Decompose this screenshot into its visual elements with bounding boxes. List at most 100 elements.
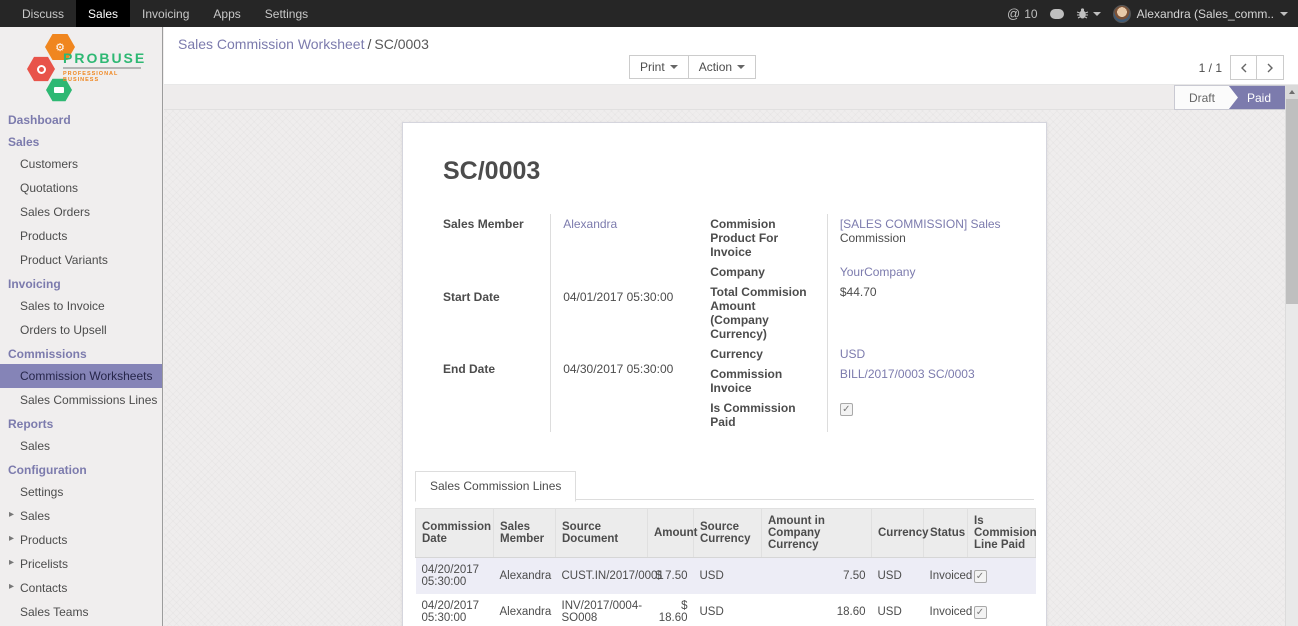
field-label-sales-member: Sales Member xyxy=(443,214,551,287)
col-header-commission-date[interactable]: Commission Date xyxy=(416,509,494,558)
col-header-source-currency[interactable]: Source Currency xyxy=(694,509,762,558)
cell-currency: USD xyxy=(872,594,924,626)
line-paid-checkbox[interactable] xyxy=(974,606,987,619)
control-panel: Sales Commission Worksheet/SC/0003 Print… xyxy=(164,27,1298,85)
menu-discuss[interactable]: Discuss xyxy=(10,0,76,27)
table-row[interactable]: 04/20/2017 05:30:00 Alexandra INV/2017/0… xyxy=(416,594,1036,626)
record-title: SC/0003 xyxy=(443,123,1006,214)
scrollbar-thumb[interactable] xyxy=(1286,99,1298,304)
user-menu[interactable]: Alexandra (Sales_comm.. xyxy=(1113,5,1288,23)
print-button[interactable]: Print xyxy=(629,55,689,79)
sidebar-header-reports[interactable]: Reports xyxy=(0,412,162,434)
logo-hexagon-red-icon xyxy=(27,55,55,83)
menu-apps[interactable]: Apps xyxy=(201,0,252,27)
chat-bubble-icon[interactable] xyxy=(1050,9,1064,19)
pager-previous-button[interactable] xyxy=(1230,55,1257,80)
mention-counter[interactable]: @ 10 xyxy=(1007,6,1038,21)
sidebar-item-product-variants[interactable]: Product Variants xyxy=(0,248,162,272)
col-header-sales-member[interactable]: Sales Member xyxy=(494,509,556,558)
user-name: Alexandra (Sales_comm.. xyxy=(1137,7,1274,21)
sidebar: ⚙ PROBUSE PROFESSIONAL BUSINESS Dashboar… xyxy=(0,27,163,626)
menu-sales[interactable]: Sales xyxy=(76,0,130,27)
cell-source-currency: USD xyxy=(694,558,762,595)
sidebar-item-customers[interactable]: Customers xyxy=(0,152,162,176)
sidebar-item-pricelists[interactable]: Pricelists xyxy=(0,552,162,576)
sidebar-item-commission-worksheets[interactable]: Commission Worksheets xyxy=(0,364,162,388)
sidebar-item-sales-to-invoice[interactable]: Sales to Invoice xyxy=(0,294,162,318)
debug-menu[interactable] xyxy=(1076,7,1101,20)
action-button[interactable]: Action xyxy=(689,55,756,79)
top-navbar: Discuss Sales Invoicing Apps Settings @ … xyxy=(0,0,1298,27)
sidebar-item-quotations[interactable]: Quotations xyxy=(0,176,162,200)
status-draft[interactable]: Draft xyxy=(1175,86,1229,109)
cell-source-document: INV/2017/0004-SO008 xyxy=(556,594,648,626)
field-value-start-date: 04/01/2017 05:30:00 xyxy=(551,287,711,360)
cell-line-paid xyxy=(968,558,1036,595)
vertical-scrollbar[interactable] xyxy=(1285,85,1298,626)
pager-next-button[interactable] xyxy=(1257,55,1284,80)
field-value-company[interactable]: YourCompany xyxy=(840,265,916,279)
scrollbar-up-button[interactable] xyxy=(1286,85,1298,99)
bug-icon xyxy=(1076,7,1089,20)
menu-invoicing[interactable]: Invoicing xyxy=(130,0,201,27)
main-area: Sales Commission Worksheet/ SC/0003 Print… xyxy=(164,27,1298,626)
sidebar-item-config-sales[interactable]: Sales xyxy=(0,504,162,528)
status-paid[interactable]: Paid xyxy=(1229,86,1285,109)
cell-line-paid xyxy=(968,594,1036,626)
field-value-commission-product-rest: Commission xyxy=(840,231,906,245)
chevron-left-icon xyxy=(1240,63,1248,73)
sidebar-item-config-products[interactable]: Products xyxy=(0,528,162,552)
sidebar-header-dashboard[interactable]: Dashboard xyxy=(0,108,162,130)
probuse-logo: ⚙ PROBUSE PROFESSIONAL BUSINESS xyxy=(21,32,141,98)
col-header-amount[interactable]: Amount xyxy=(648,509,694,558)
cell-source-document: CUST.IN/2017/0001 xyxy=(556,558,648,595)
field-value-total-commission: $44.70 xyxy=(827,282,1006,344)
sidebar-header-sales[interactable]: Sales xyxy=(0,130,162,152)
notebook: Sales Commission Lines Commission Date S… xyxy=(415,470,1034,626)
col-header-is-commission-line-paid[interactable]: Is Commision Line Paid xyxy=(968,509,1036,558)
sidebar-item-products[interactable]: Products xyxy=(0,224,162,248)
cell-commission-date: 04/20/2017 05:30:00 xyxy=(416,594,494,626)
sidebar-item-contacts[interactable]: Contacts xyxy=(0,576,162,600)
col-header-amount-company-currency[interactable]: Amount in Company Currency xyxy=(762,509,872,558)
sidebar-item-reports-sales[interactable]: Sales xyxy=(0,434,162,458)
cell-amount: $ 18.60 xyxy=(648,594,694,626)
pager-value: 1 / 1 xyxy=(1199,61,1222,75)
tab-sales-commission-lines[interactable]: Sales Commission Lines xyxy=(415,471,576,502)
sidebar-header-configuration[interactable]: Configuration xyxy=(0,458,162,480)
col-header-status[interactable]: Status xyxy=(924,509,968,558)
field-value-commission-product-link[interactable]: [SALES COMMISSION] Sales xyxy=(840,217,1001,231)
field-value-sales-member[interactable]: Alexandra xyxy=(563,217,617,231)
sidebar-item-settings[interactable]: Settings xyxy=(0,480,162,504)
field-group-right: Commision Product For Invoice [SALES COM… xyxy=(710,214,1006,432)
field-label-commission-product: Commision Product For Invoice xyxy=(710,214,827,262)
sidebar-item-sales-orders[interactable]: Sales Orders xyxy=(0,200,162,224)
statusbar: Draft Paid xyxy=(1174,85,1285,110)
cell-commission-date: 04/20/2017 05:30:00 xyxy=(416,558,494,595)
breadcrumb-parent-link[interactable]: Sales Commission Worksheet xyxy=(178,36,364,52)
is-commission-paid-checkbox[interactable] xyxy=(840,403,853,416)
field-label-currency: Currency xyxy=(710,344,827,364)
avatar xyxy=(1113,5,1131,23)
line-paid-checkbox[interactable] xyxy=(974,570,987,583)
at-icon: @ xyxy=(1007,6,1020,21)
field-value-commission-invoice[interactable]: BILL/2017/0003 SC/0003 xyxy=(840,367,975,381)
sidebar-header-invoicing[interactable]: Invoicing xyxy=(0,272,162,294)
table-header-row: Commission Date Sales Member Source Docu… xyxy=(416,509,1036,558)
field-value-currency[interactable]: USD xyxy=(840,347,865,361)
chevron-right-icon xyxy=(1266,63,1274,73)
field-label-end-date: End Date xyxy=(443,359,551,432)
breadcrumb-separator: / xyxy=(367,36,371,52)
logo-tagline: PROFESSIONAL BUSINESS xyxy=(63,71,141,83)
form-sheet: SC/0003 Sales Member Alexandra Start Dat… xyxy=(402,122,1047,626)
sidebar-item-orders-to-upsell[interactable]: Orders to Upsell xyxy=(0,318,162,342)
sidebar-header-commissions[interactable]: Commissions xyxy=(0,342,162,364)
field-label-total-commission: Total Commision Amount (Company Currency… xyxy=(710,282,827,344)
table-row[interactable]: 04/20/2017 05:30:00 Alexandra CUST.IN/20… xyxy=(416,558,1036,595)
field-label-is-commission-paid: Is Commission Paid xyxy=(710,398,827,432)
menu-settings[interactable]: Settings xyxy=(253,0,320,27)
sidebar-item-sales-teams[interactable]: Sales Teams xyxy=(0,600,162,624)
sidebar-item-sales-commissions-lines[interactable]: Sales Commissions Lines xyxy=(0,388,162,412)
col-header-currency[interactable]: Currency xyxy=(872,509,924,558)
col-header-source-document[interactable]: Source Document xyxy=(556,509,648,558)
